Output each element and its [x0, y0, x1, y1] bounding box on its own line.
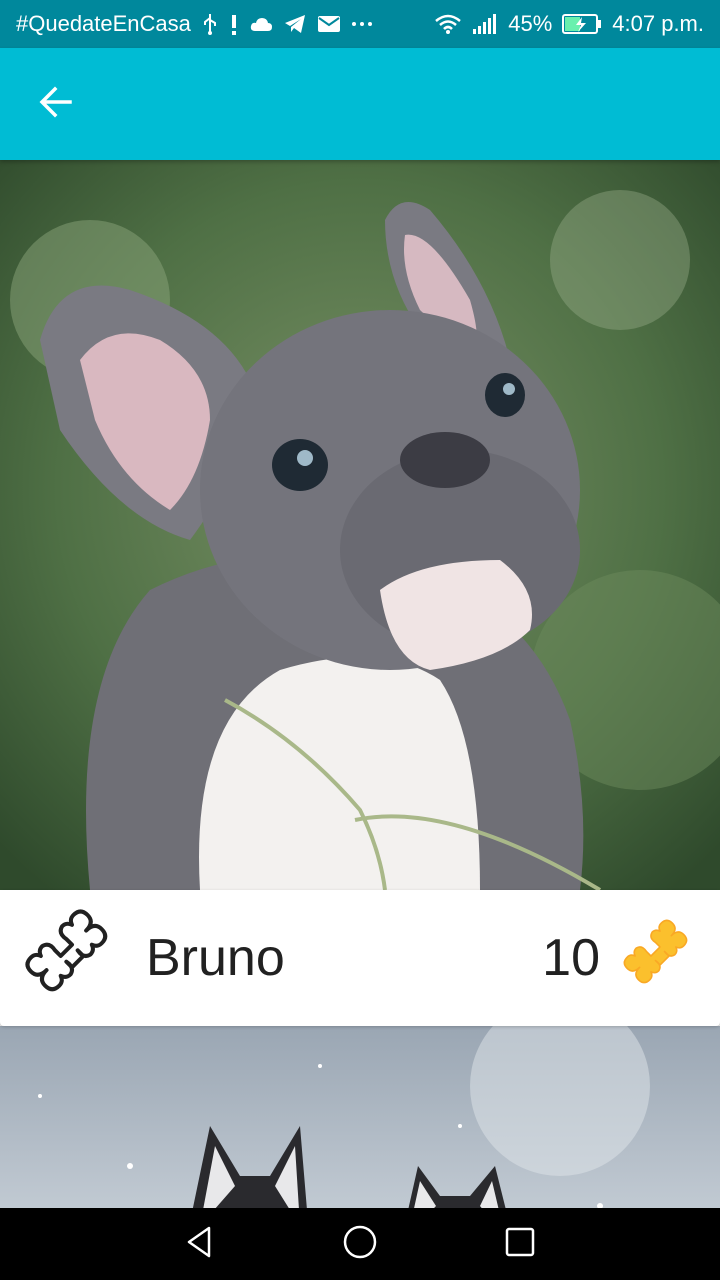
- arrow-back-icon: [38, 84, 74, 125]
- status-bar: #QuedateEnCasa 45% 4:07 p.m.: [0, 0, 720, 48]
- pet-name: Bruno: [146, 929, 285, 987]
- telegram-icon: [283, 14, 307, 34]
- app-bar: [0, 48, 720, 160]
- hashtag-text: #QuedateEnCasa: [16, 11, 191, 36]
- pet-list[interactable]: Bruno 10: [0, 160, 720, 1208]
- nav-home-button[interactable]: [328, 1212, 392, 1276]
- clock: 4:07 p.m.: [612, 11, 704, 36]
- wifi-icon: [434, 13, 462, 35]
- bone-filled-icon: [620, 916, 700, 1001]
- signal-icon: [472, 13, 498, 35]
- likes-count: 10: [542, 929, 600, 987]
- french-bulldog-puppy-photo[interactable]: [0, 160, 720, 890]
- nav-recents-button[interactable]: [488, 1212, 552, 1276]
- husky-dogs-snow-photo[interactable]: [0, 1026, 720, 1208]
- more-icon: [351, 20, 373, 28]
- usb-icon: [201, 12, 219, 36]
- back-button[interactable]: [28, 76, 84, 132]
- pet-card-info: Bruno 10: [0, 890, 720, 1026]
- system-nav-bar: [0, 1208, 720, 1280]
- nav-back-button[interactable]: [168, 1212, 232, 1276]
- battery-charging-icon: [562, 13, 602, 35]
- battery-percent: 45%: [508, 11, 553, 36]
- recents-square-icon: [504, 1226, 536, 1263]
- back-triangle-icon: [183, 1225, 217, 1264]
- cloud-icon: [249, 15, 273, 33]
- status-right: 45% 4:07 p.m.: [434, 11, 704, 37]
- status-left: #QuedateEnCasa: [16, 11, 373, 37]
- mail-icon: [317, 15, 341, 33]
- pet-likes-group: 10: [542, 916, 700, 1001]
- alert-icon: [229, 12, 239, 36]
- bone-outline-icon[interactable]: [22, 906, 122, 1011]
- pet-name-group: Bruno: [22, 906, 285, 1011]
- home-circle-icon: [342, 1224, 378, 1265]
